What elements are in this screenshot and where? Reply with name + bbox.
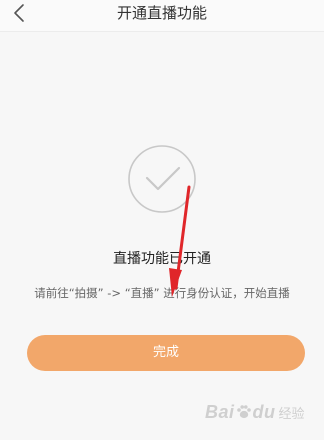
status-title: 直播功能已开通: [113, 251, 211, 267]
check-circle-icon: [128, 145, 196, 213]
watermark-text-du: du: [252, 401, 276, 422]
header-divider: [0, 31, 324, 32]
watermark-text-left: Bai: [205, 401, 235, 422]
status-description: 请前往“拍摄” -> “直播” 进行身份认证，开始直播: [34, 286, 290, 300]
top-bar: 开通直播功能: [0, 0, 324, 31]
page-title: 开通直播功能: [116, 4, 207, 22]
watermark-text-right: 经验: [278, 405, 305, 421]
screen: 开通直播功能 直播功能已开通 请前往“拍摄” -> “直播” 进行身份认证，开始…: [0, 0, 324, 440]
annotation-arrow: [169, 185, 191, 297]
done-button[interactable]: 完成: [27, 335, 305, 371]
baidu-jingyan-watermark: Bai du 经验: [205, 392, 320, 432]
paw-icon: [236, 405, 251, 419]
